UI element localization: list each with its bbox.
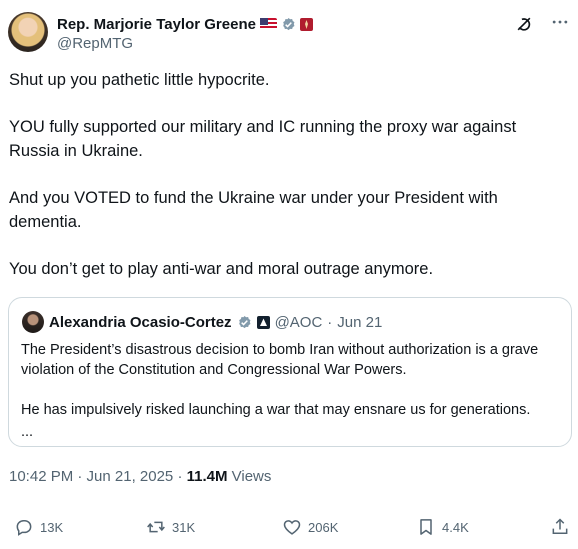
tweet-paragraph: And you VOTED to fund the Ukraine war un…: [9, 189, 498, 231]
verified-badge-icon: [237, 315, 252, 330]
affiliation-badge-icon: [299, 17, 313, 31]
author-avatar[interactable]: [8, 12, 48, 52]
tweet-header: Rep. Marjorie Taylor Greene @RepMTG: [8, 12, 570, 56]
quoted-tweet-header: Alexandria Ocasio-Cortez @AOC · Jun 21: [22, 311, 383, 333]
share-button[interactable]: [550, 514, 570, 540]
more-options-icon[interactable]: [550, 12, 570, 32]
timestamp-text[interactable]: 10:42 PM · Jun 21, 2025 ·: [9, 468, 187, 485]
tweet-paragraph: You don’t get to play anti-war and moral…: [9, 260, 434, 278]
action-bar: 13K 31K 206K 4.4K: [14, 514, 574, 540]
quoted-ellipsis: ...: [21, 424, 34, 440]
author-name-row: Rep. Marjorie Taylor Greene: [57, 14, 313, 34]
reply-icon: [16, 520, 32, 536]
tweet-text: Shut up you pathetic little hypocrite. Y…: [9, 68, 564, 281]
quoted-author-handle: @AOC: [274, 313, 323, 331]
repost-count: 31K: [172, 519, 196, 535]
like-button[interactable]: 206K: [282, 514, 338, 540]
share-icon: [552, 518, 568, 534]
bookmark-count: 4.4K: [442, 519, 469, 535]
reply-button[interactable]: 13K: [14, 514, 63, 540]
views-label: Views: [227, 468, 272, 485]
quoted-author-name: Alexandria Ocasio-Cortez: [49, 313, 232, 331]
quoted-tweet-text: The President’s disastrous decision to b…: [21, 340, 561, 442]
repost-button[interactable]: 31K: [146, 514, 195, 540]
verified-badge-icon[interactable]: [281, 17, 296, 32]
quoted-paragraph: He has impulsively risked launching a wa…: [21, 402, 531, 418]
tweet-paragraph: Shut up you pathetic little hypocrite.: [9, 71, 270, 89]
us-flag-icon: [259, 18, 277, 30]
author-handle[interactable]: @RepMTG: [57, 35, 133, 52]
quoted-author-avatar: [22, 311, 44, 333]
government-badge-icon: [256, 315, 270, 329]
views-count: 11.4M: [186, 468, 228, 485]
tweet-paragraph: YOU fully supported our military and IC …: [9, 118, 517, 160]
quoted-paragraph: The President’s disastrous decision to b…: [21, 342, 539, 378]
tweet-timestamp[interactable]: 10:42 PM · Jun 21, 2025 · 11.4M Views: [9, 468, 271, 485]
like-count: 206K: [308, 519, 339, 535]
meta-separator: ·: [327, 313, 333, 331]
quoted-tweet-date: Jun 21: [337, 313, 383, 331]
repost-icon: [147, 521, 165, 533]
bookmark-button[interactable]: 4.4K: [416, 514, 469, 540]
author-display-name[interactable]: Rep. Marjorie Taylor Greene: [57, 16, 256, 33]
bookmark-icon: [420, 519, 432, 535]
heart-icon: [283, 520, 301, 535]
grok-icon[interactable]: [514, 14, 534, 34]
reply-count: 13K: [40, 519, 64, 535]
quoted-tweet[interactable]: Alexandria Ocasio-Cortez @AOC · Jun 21 T…: [8, 297, 572, 447]
